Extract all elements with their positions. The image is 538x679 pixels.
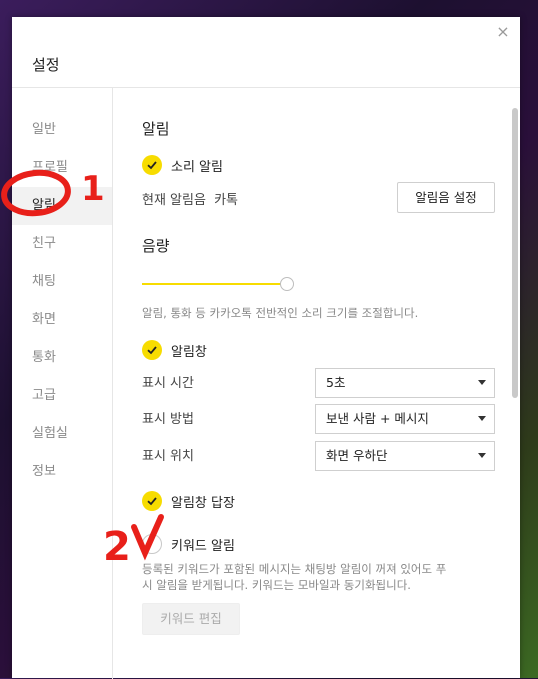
annotation-mark-1: 1 <box>81 169 105 209</box>
annotation-circle <box>1 169 71 217</box>
annotation-checkmark <box>131 514 164 561</box>
handwritten-annotations: 1 2 <box>1 169 164 570</box>
annotation-mark-2: 2 <box>103 524 131 570</box>
